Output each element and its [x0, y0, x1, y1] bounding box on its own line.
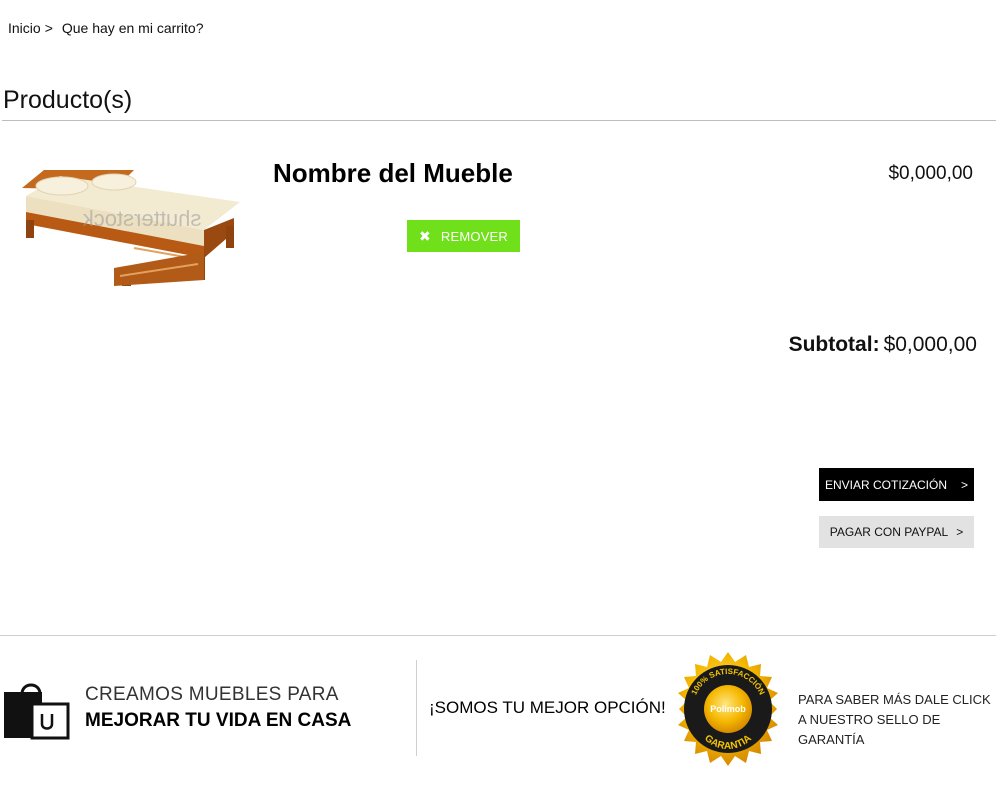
shopping-bag-icon	[4, 683, 70, 740]
section-title: Producto(s)	[3, 86, 133, 114]
breadcrumb-home-link[interactable]: Inicio >	[8, 20, 53, 36]
product-image-watermark: shutterstock	[82, 206, 202, 231]
seal-info-line2: A NUESTRO SELLO DE GARANTÍA	[798, 712, 941, 747]
subtotal-value: $0,000,00	[883, 333, 977, 356]
footer-divider	[0, 635, 996, 636]
breadcrumb: Inicio > Que hay en mi carrito?	[8, 20, 204, 36]
chevron-right-icon: >	[961, 477, 969, 492]
remove-button[interactable]: ✖ REMOVER	[407, 220, 520, 252]
seal-brand: Polimob	[710, 704, 746, 714]
subtotal: Subtotal: $0,000,00	[789, 333, 977, 357]
seal-info-line1: PARA SABER MÁS DALE CLICK	[798, 692, 991, 707]
best-option-text: ¡SOMOS TU MEJOR OPCIÓN!	[429, 698, 666, 717]
tagline-top: CREAMOS MUEBLES PARA	[85, 684, 339, 705]
product-price: $0,000,00	[888, 163, 973, 184]
breadcrumb-current: Que hay en mi carrito?	[61, 20, 204, 36]
tagline-bottom: MEJORAR TU VIDA EN CASA	[85, 710, 352, 731]
paypal-button[interactable]: PAGAR CON PAYPAL >	[819, 516, 974, 548]
section-divider	[2, 120, 996, 121]
seal-info: PARA SABER MÁS DALE CLICK A NUESTRO SELL…	[798, 690, 996, 750]
guarantee-seal-icon[interactable]: 100% SATISFACCIÓN Polimob GARANTIA	[669, 650, 787, 768]
chevron-right-icon: >	[956, 525, 964, 539]
product-name: Nombre del Mueble	[273, 158, 513, 188]
footer-vertical-divider	[416, 660, 417, 756]
product-image: shutterstock	[22, 170, 240, 286]
paypal-label: PAGAR CON PAYPAL	[829, 525, 949, 539]
send-quote-label: ENVIAR COTIZACIÓN	[824, 477, 947, 492]
subtotal-label: Subtotal:	[788, 333, 880, 356]
breadcrumb-separator: >	[44, 20, 53, 36]
remove-button-label: REMOVER	[440, 228, 509, 244]
send-quote-button[interactable]: ENVIAR COTIZACIÓN >	[819, 468, 974, 501]
close-icon: ✖	[418, 227, 431, 244]
